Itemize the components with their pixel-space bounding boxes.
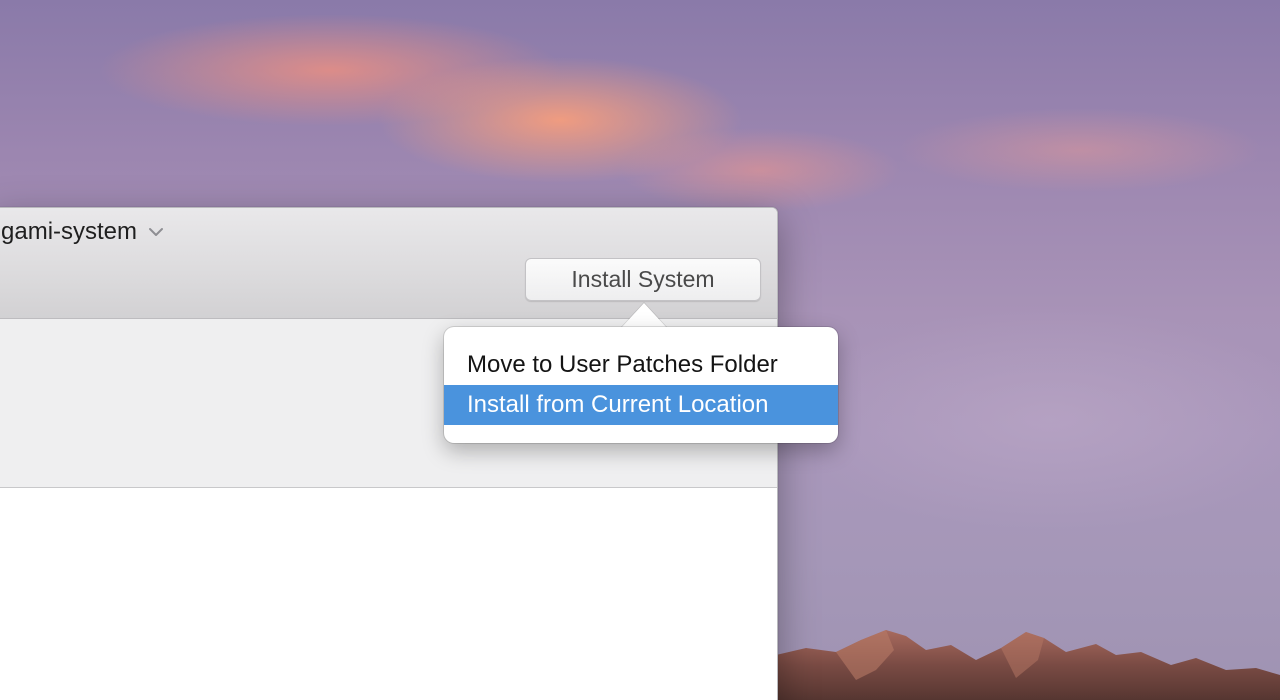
mountain-range (776, 630, 1280, 700)
chevron-down-icon[interactable] (147, 226, 165, 238)
install-system-button[interactable]: Install System (525, 258, 761, 301)
install-options-popover: Move to User Patches Folder Install from… (444, 327, 838, 443)
menu-item-move-to-user-patches-folder[interactable]: Move to User Patches Folder (444, 345, 838, 385)
installer-window: gami-system Install System (0, 207, 778, 700)
window-title-text: gami-system (1, 218, 138, 245)
window-title[interactable]: gami-system (1, 218, 165, 245)
menu-item-install-from-current-location[interactable]: Install from Current Location (444, 385, 838, 425)
content-area (0, 488, 777, 700)
popover-arrow (621, 303, 667, 328)
